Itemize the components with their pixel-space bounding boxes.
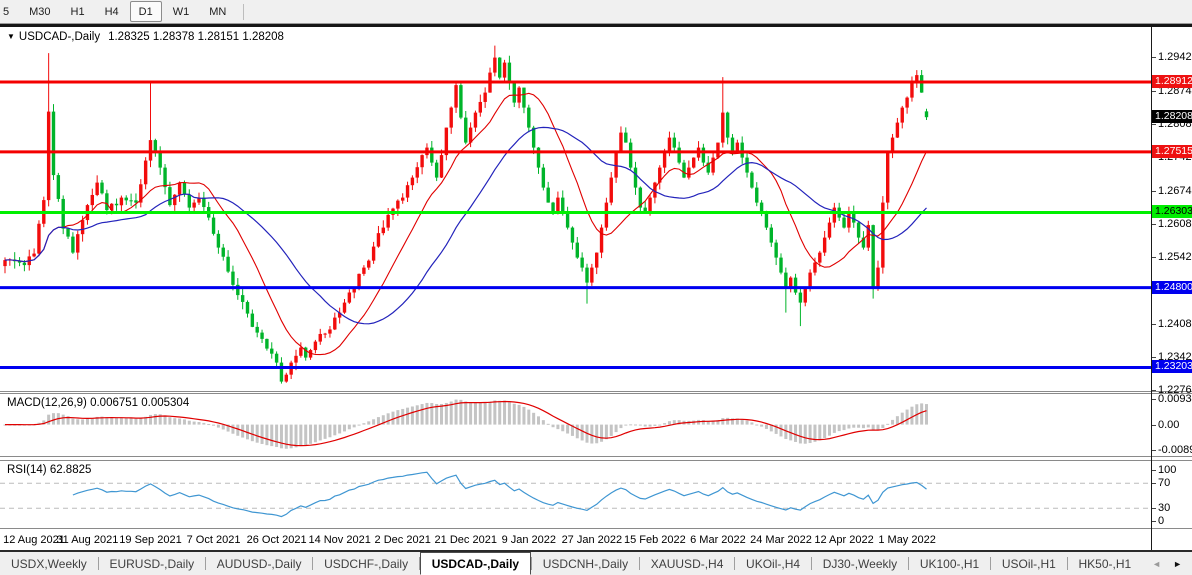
date-label: 2 Dec 2021 — [375, 534, 431, 546]
price-tick-label: 1.25420 — [1158, 251, 1192, 263]
tab-dj30-weekly[interactable]: DJ30-,Weekly — [812, 552, 908, 575]
price-tick-label: 1.29420 — [1158, 51, 1192, 63]
tab-usoil-h1[interactable]: USOil-,H1 — [991, 552, 1067, 575]
macd-indicator-label: MACD(12,26,9) 0.006751 0.005304 — [7, 397, 189, 409]
date-label: 21 Dec 2021 — [435, 534, 497, 546]
trading-terminal-window: 5M30H1H4D1W1MN ▼ USDCAD-,Daily 1.28325 1.2… — [0, 0, 1192, 575]
date-label: 6 Mar 2022 — [690, 534, 746, 546]
rsi-axis-label: 100 — [1158, 464, 1176, 476]
timeframe-button-w1[interactable]: W1 — [164, 1, 199, 22]
rsi-levels — [0, 483, 1151, 508]
chart-dropdown-icon[interactable]: ▼ — [7, 32, 15, 41]
price-tick-mark — [1152, 357, 1156, 358]
date-label: 27 Jan 2022 — [562, 534, 623, 546]
macd-axis-label: 0.00 — [1158, 419, 1179, 431]
tab-usdcnh-daily[interactable]: USDCNH-,Daily — [532, 552, 639, 575]
tab-scroll-right-icon[interactable]: ► — [1173, 559, 1182, 569]
date-label: 12 Apr 2022 — [814, 534, 873, 546]
timeframe-button-m30[interactable]: M30 — [20, 1, 59, 22]
tab-xauusd-h4[interactable]: XAUUSD-,H4 — [640, 552, 735, 575]
tab-scroll-left-icon[interactable]: ◄ — [1152, 559, 1161, 569]
timeframe-button-d1[interactable]: D1 — [130, 1, 162, 22]
pane-divider[interactable] — [0, 391, 1192, 392]
pane-divider — [0, 528, 1192, 529]
price-tick-mark — [1152, 57, 1156, 58]
date-label: 31 Aug 2021 — [57, 534, 119, 546]
main-chart-canvas[interactable] — [0, 27, 1151, 391]
price-tick-mark — [1152, 324, 1156, 325]
timeframe-button-h4[interactable]: H4 — [96, 1, 128, 22]
chart-tab-bar: USDX,WeeklyEURUSD-,DailyAUDUSD-,DailyUSD… — [0, 552, 1192, 575]
date-label: 15 Feb 2022 — [624, 534, 686, 546]
rsi-axis-label: 30 — [1158, 502, 1170, 514]
toolbar-separator — [243, 4, 244, 20]
date-label: 1 May 2022 — [878, 534, 935, 546]
chart-title: ▼ USDCAD-,Daily 1.28325 1.28378 1.28151 1.… — [7, 31, 284, 43]
tab-audusd-daily[interactable]: AUDUSD-,Daily — [206, 552, 313, 575]
price-badge-1-28912: 1.28912 — [1152, 75, 1192, 88]
pane-divider[interactable] — [0, 456, 1192, 457]
tab-ukoil-h4[interactable]: UKOil-,H4 — [735, 552, 811, 575]
rsi-tick-mark — [1152, 521, 1156, 522]
price-tick-mark — [1152, 191, 1156, 192]
date-label: 7 Oct 2021 — [187, 534, 241, 546]
tab-eurusd-daily[interactable]: EURUSD-,Daily — [98, 552, 205, 575]
price-tick-label: 1.26080 — [1158, 218, 1192, 230]
price-badge-1-26303: 1.26303 — [1152, 205, 1192, 218]
rsi-canvas[interactable] — [0, 461, 1151, 528]
price-tick-mark — [1152, 224, 1156, 225]
rsi-tick-mark — [1152, 470, 1156, 471]
price-tick-mark — [1152, 124, 1156, 125]
price-badge-1-24800: 1.24800 — [1152, 281, 1192, 294]
price-tick-label: 1.26740 — [1158, 185, 1192, 197]
macd-tick-mark — [1152, 450, 1156, 451]
tab-uk100-h1[interactable]: UK100-,H1 — [909, 552, 990, 575]
tab-usdx-weekly[interactable]: USDX,Weekly — [0, 552, 98, 575]
chart-symbol-period: USDCAD-,Daily — [19, 31, 100, 43]
date-label: 24 Mar 2022 — [750, 534, 812, 546]
tab-hk50-h1[interactable]: HK50-,H1 — [1067, 552, 1142, 575]
date-label: 14 Nov 2021 — [308, 534, 370, 546]
macd-tick-mark — [1152, 425, 1156, 426]
timeframe-button-5[interactable]: 5 — [0, 1, 18, 22]
price-badge-1-27515: 1.27515 — [1152, 145, 1192, 158]
tab-scroll-arrows: ◄► — [1142, 552, 1192, 575]
price-badge-1-23203: 1.23203 — [1152, 360, 1192, 373]
macd-axis-label: 0.009345 — [1158, 393, 1192, 405]
price-badge-1-28208: 1.28208 — [1152, 110, 1192, 123]
tab-usdchf-daily[interactable]: USDCHF-,Daily — [313, 552, 419, 575]
date-label: 26 Oct 2021 — [247, 534, 307, 546]
tab-usdcad-daily[interactable]: USDCAD-,Daily — [420, 552, 531, 575]
price-tick-mark — [1152, 91, 1156, 92]
macd-tick-mark — [1152, 399, 1156, 400]
horizontal-level-lines — [0, 82, 1151, 367]
price-tick-mark — [1152, 390, 1156, 391]
price-tick-mark — [1152, 257, 1156, 258]
timeframe-button-mn[interactable]: MN — [200, 1, 235, 22]
ma-slow-line — [5, 127, 927, 323]
timeframe-button-h1[interactable]: H1 — [62, 1, 94, 22]
rsi-axis-label: 70 — [1158, 477, 1170, 489]
date-label: 9 Jan 2022 — [502, 534, 556, 546]
rsi-line — [73, 472, 927, 516]
rsi-tick-mark — [1152, 508, 1156, 509]
chart-ohlc-values: 1.28325 1.28378 1.28151 1.28208 — [108, 31, 284, 43]
timeframe-toolbar: 5M30H1H4D1W1MN — [0, 0, 1192, 24]
rsi-indicator-label: RSI(14) 62.8825 — [7, 464, 91, 476]
date-label: 19 Sep 2021 — [119, 534, 181, 546]
price-tick-label: 1.24080 — [1158, 318, 1192, 330]
rsi-axis-label: 0 — [1158, 515, 1164, 527]
macd-axis-label: -0.008902 — [1158, 444, 1192, 456]
rsi-tick-mark — [1152, 483, 1156, 484]
